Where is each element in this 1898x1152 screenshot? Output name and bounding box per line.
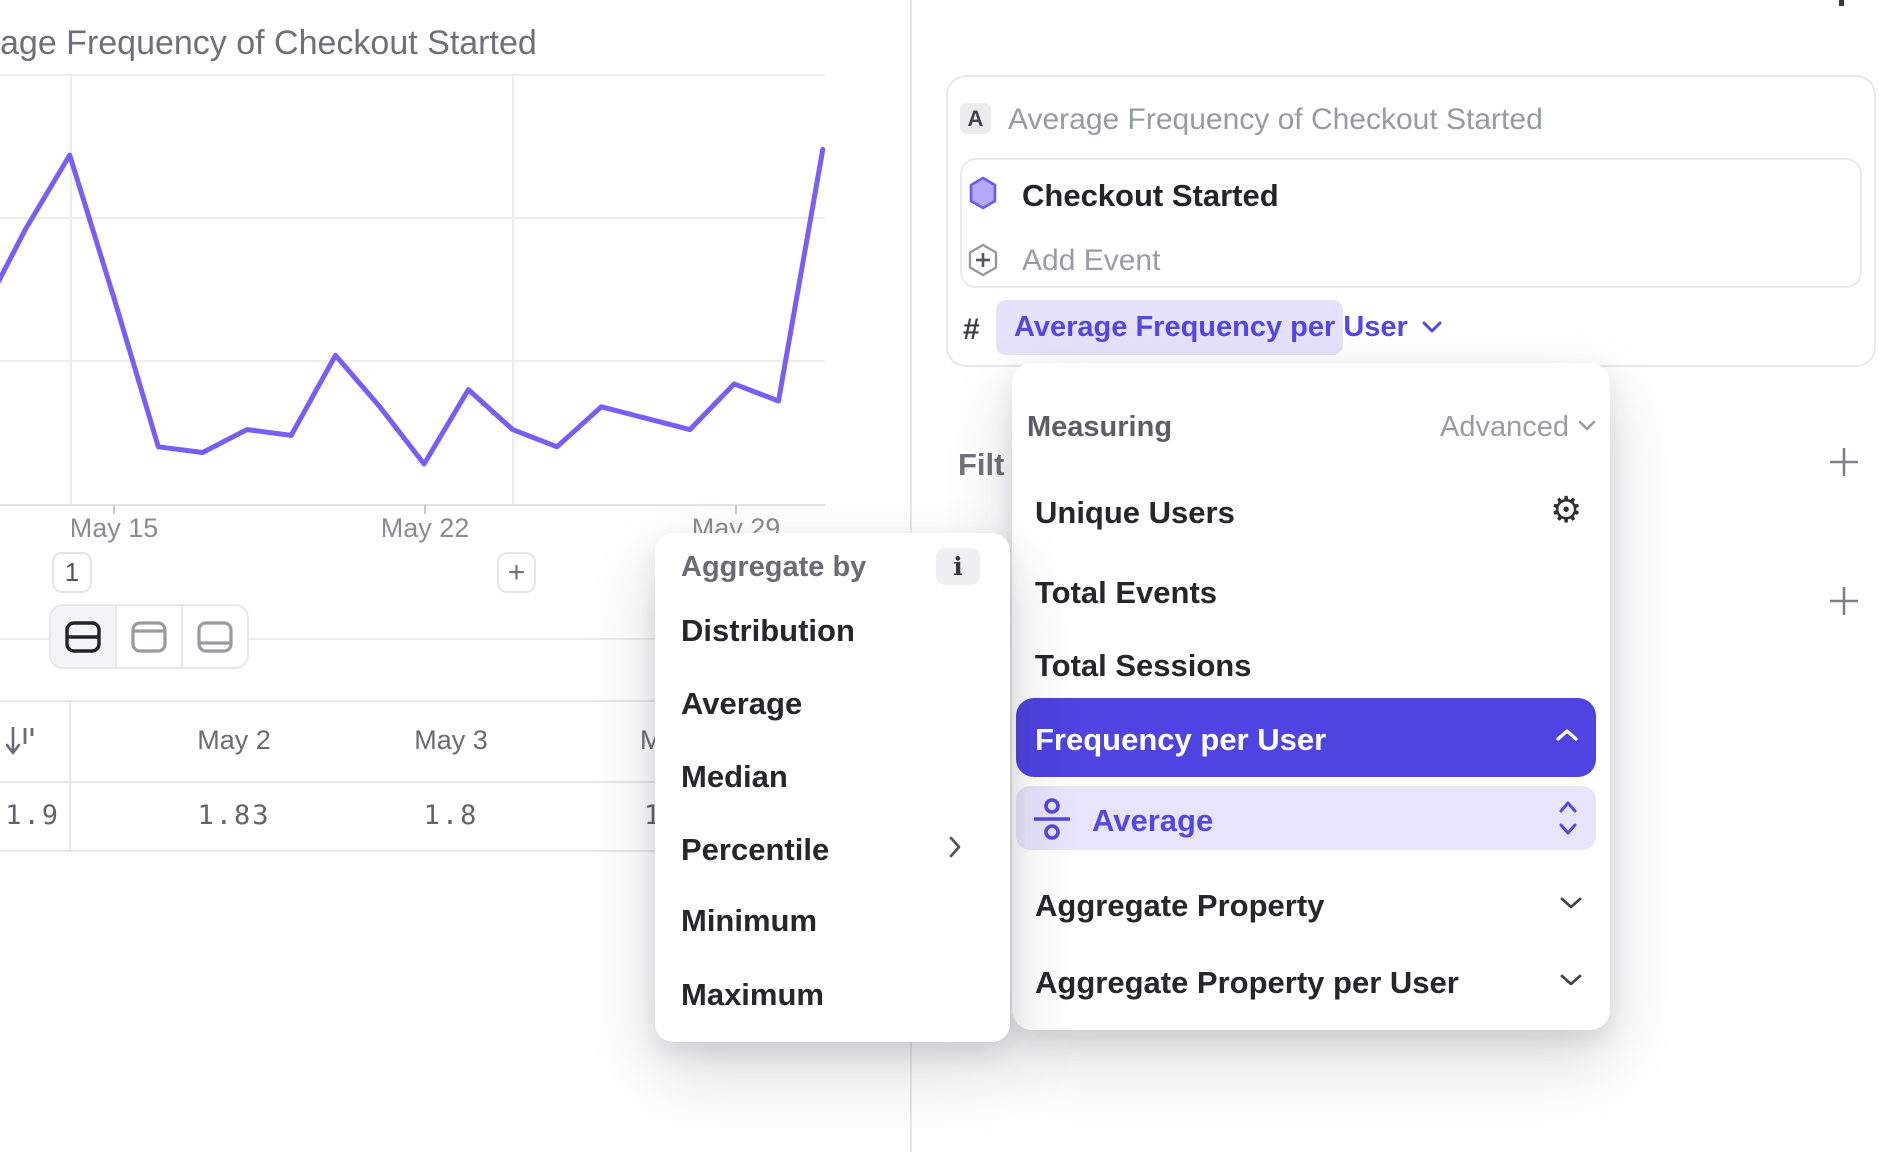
metrics-section-title: Metrics [956, 0, 1089, 9]
menu-item-average[interactable]: Average [681, 686, 802, 722]
menu-item-total-sessions[interactable]: Total Sessions [1035, 648, 1252, 684]
header-top-icon [131, 621, 167, 653]
add-event-icon [966, 242, 1000, 278]
chevron-right-icon [948, 836, 962, 858]
insights-report: age Frequency of Checkout Started May 15… [0, 0, 1898, 1152]
menu-item-total-events[interactable]: Total Events [1035, 575, 1217, 611]
segment-count-box[interactable]: 1 [52, 552, 92, 593]
menu-item-unique-users[interactable]: Unique Users [1035, 495, 1235, 531]
menu-item-distribution[interactable]: Distribution [681, 613, 855, 649]
split-rows-icon [65, 621, 101, 653]
x-axis-label: May 22 [365, 513, 485, 544]
layout-chart-bottom-button[interactable] [183, 606, 247, 667]
chevron-up-icon [1556, 728, 1578, 742]
event-hexagon-icon [968, 176, 998, 210]
layout-split-rows-button[interactable] [51, 606, 117, 667]
filter-section-title: Filt [958, 447, 1005, 483]
table-cell: 1.8 [351, 781, 551, 850]
add-filter-button[interactable] [1827, 445, 1861, 479]
layout-chart-top-button[interactable] [117, 606, 183, 667]
table-column-divider [69, 700, 71, 850]
info-icon[interactable]: i [936, 548, 980, 585]
add-event-button[interactable]: Add Event [1022, 244, 1160, 278]
select-updown-icon [1558, 799, 1578, 837]
chevron-down-icon [1560, 973, 1582, 987]
measurement-dropdown-chip[interactable]: Average Frequency per User [996, 300, 1343, 355]
selected-item-label: Frequency per User [1035, 722, 1326, 758]
menu-item-aggregate-property-per-user[interactable]: Aggregate Property per User [1035, 965, 1459, 1001]
average-label: Average [1092, 803, 1213, 839]
add-breakdown-button[interactable] [1827, 584, 1861, 618]
menu-item-frequency-per-user-selected[interactable]: Frequency per User [1016, 698, 1596, 777]
metric-row-badge: A [960, 103, 991, 134]
menu-item-percentile[interactable]: Percentile [681, 832, 829, 868]
measuring-header: Measuring [1027, 411, 1172, 444]
add-comparison-button[interactable]: + [497, 552, 536, 593]
line-chart [0, 0, 910, 560]
measurement-prefix: # [963, 313, 980, 347]
header-bottom-icon [197, 621, 233, 653]
chevron-down-icon [1578, 420, 1596, 432]
menu-subitem-average[interactable]: Average [1016, 786, 1596, 850]
gear-icon[interactable]: ⚙ [1550, 492, 1582, 528]
table-header-may3[interactable]: May 3 [351, 700, 551, 781]
chevron-down-icon [1560, 896, 1582, 910]
advanced-toggle[interactable]: Advanced [1440, 411, 1569, 444]
table-header-sort[interactable] [0, 700, 62, 781]
chart-table-layout-toggle [49, 604, 249, 669]
table-cell: 1.83 [134, 781, 334, 850]
x-axis-label: May 15 [54, 513, 174, 544]
menu-item-aggregate-property[interactable]: Aggregate Property [1035, 888, 1324, 924]
measurement-chip-label: Average Frequency per User [1014, 311, 1408, 344]
metric-name-input[interactable]: Average Frequency of Checkout Started [1008, 104, 1543, 135]
event-name[interactable]: Checkout Started [1022, 178, 1279, 214]
table-header-may2[interactable]: May 2 [134, 700, 334, 781]
menu-item-maximum[interactable]: Maximum [681, 977, 824, 1013]
add-metric-icon[interactable] [1839, 0, 1844, 6]
chevron-down-icon [1422, 321, 1442, 334]
menu-item-median[interactable]: Median [681, 759, 788, 795]
measuring-dropdown [1012, 363, 1610, 1030]
sort-descending-icon [6, 725, 36, 757]
division-icon [1034, 798, 1070, 840]
aggregate-by-header: Aggregate by [681, 551, 866, 584]
table-cell: 1.9 [0, 781, 60, 850]
menu-item-minimum[interactable]: Minimum [681, 903, 817, 939]
